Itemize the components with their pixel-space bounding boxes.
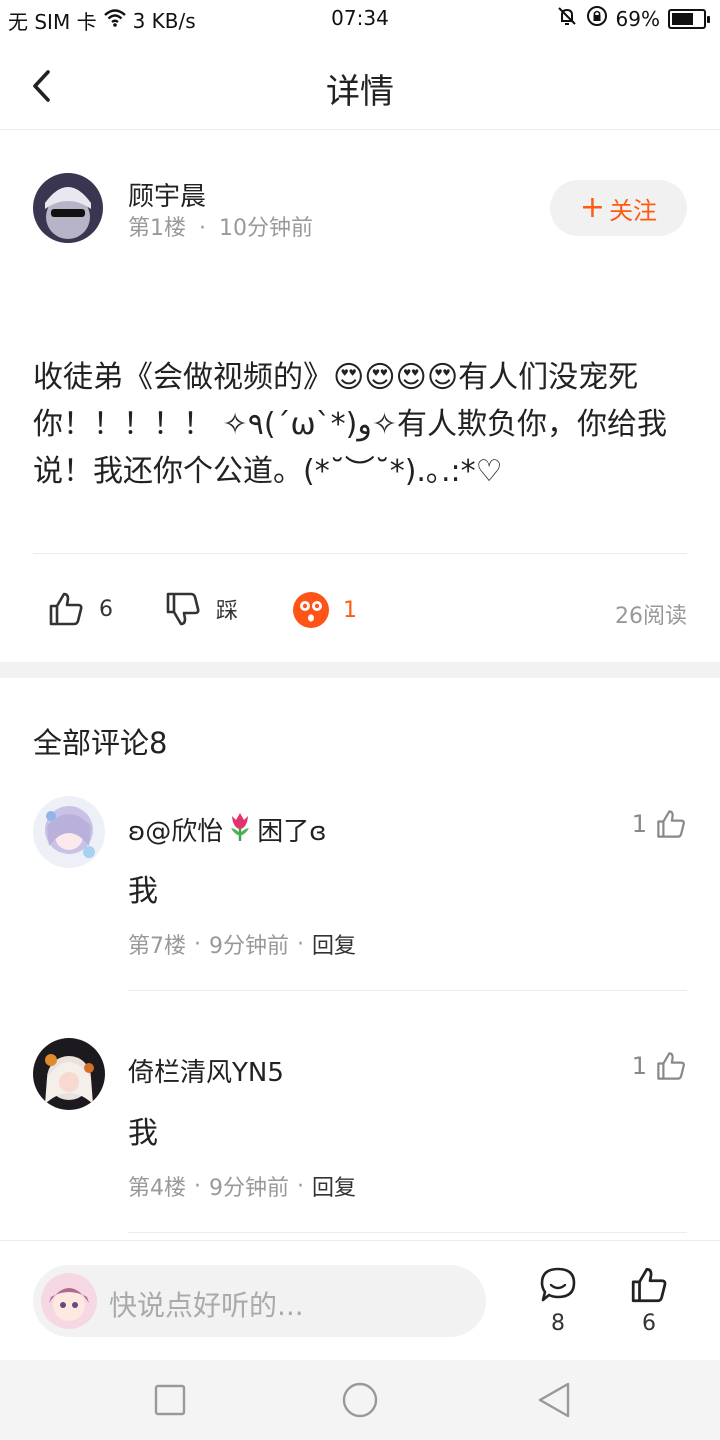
author-avatar[interactable] <box>33 173 103 243</box>
comment-text: 我 <box>128 874 158 909</box>
top-app-bar: 详情 <box>0 44 720 130</box>
commenter-avatar[interactable] <box>33 1038 105 1110</box>
section-gap <box>0 662 720 678</box>
input-placeholder: 快说点好听的... <box>109 1289 304 1322</box>
system-nav-bar <box>0 1360 720 1440</box>
post-meta: 第1楼 · 10分钟前 <box>128 210 313 242</box>
comment-meta: 第7楼 · 9分钟前 · 回复 <box>128 928 356 960</box>
meta-separator: · <box>297 1173 304 1199</box>
reaction-count: 1 <box>343 597 357 623</box>
comment-like-button[interactable]: 1 <box>632 1050 687 1082</box>
commenter-name-suffix: 困了ɞ <box>257 817 327 847</box>
comment-input[interactable]: 快说点好听的... <box>33 1265 486 1337</box>
user-avatar <box>41 1273 97 1329</box>
thumbs-up-icon <box>657 810 685 838</box>
post-floor: 第1楼 <box>128 216 186 241</box>
dislike-label: 踩 <box>216 599 239 624</box>
thumbs-down-icon <box>166 592 200 626</box>
comment-time: 9分钟前 <box>209 934 289 959</box>
triangle-back-icon <box>538 1382 570 1418</box>
reaction-button[interactable]: 1 <box>293 592 357 628</box>
comment-floor: 第4楼 <box>128 1176 186 1201</box>
like-total: 6 <box>642 1311 656 1336</box>
battery-percent: 69% <box>615 6 660 31</box>
like-count: 6 <box>99 596 113 622</box>
speech-bubble-icon <box>540 1267 576 1302</box>
thumbs-up-icon <box>657 1052 685 1080</box>
commenter-avatar[interactable] <box>33 796 105 868</box>
comments-heading: 全部评论8 <box>33 726 168 760</box>
meta-separator: · <box>297 931 304 957</box>
rotation-lock-icon <box>586 5 608 32</box>
battery-fill <box>672 12 693 25</box>
divider <box>128 1232 687 1233</box>
follow-button[interactable]: + 关注 <box>550 180 687 236</box>
surprised-face-icon <box>293 592 329 628</box>
comment-item: 倚栏清风YN5 我 第4楼 · 9分钟前 · 回复 1 <box>0 1038 720 1248</box>
dislike-button[interactable]: 踩 <box>164 590 238 628</box>
comments-button[interactable]: 8 <box>528 1265 588 1336</box>
recents-button[interactable] <box>150 1380 190 1420</box>
meta-separator: · <box>194 1173 201 1199</box>
comment-text: 我 <box>128 1116 158 1151</box>
author-name[interactable]: 顾宇晨 <box>128 176 206 213</box>
comment-like-count: 1 <box>631 1052 647 1080</box>
post-content: 收徒弟《会做视频的》😍😍😍😍有人们没宠死你！！！！！ ✧٩(ˊωˋ*)و✧有人欺… <box>33 360 667 489</box>
commenter-name[interactable]: ʚ@欣怡 困了ɞ <box>128 810 327 849</box>
comment-like-button[interactable]: 1 <box>632 808 687 840</box>
commenter-name-text: 倚栏清风YN5 <box>128 1058 284 1088</box>
comment-time: 9分钟前 <box>209 1176 289 1201</box>
post-time: 10分钟前 <box>219 216 313 241</box>
mute-bell-icon <box>556 5 578 32</box>
thumbs-up-icon <box>631 1267 667 1303</box>
read-count: 26阅读 <box>615 604 687 629</box>
like-button[interactable]: 6 <box>47 590 113 628</box>
like-button-bottom[interactable]: 6 <box>619 1265 679 1336</box>
comment-floor: 第7楼 <box>128 934 186 959</box>
thumbs-up-icon <box>49 592 83 626</box>
home-button[interactable] <box>340 1380 380 1420</box>
meta-separator: · <box>199 216 206 241</box>
post-actions: 6 踩 1 26阅读 <box>0 582 720 638</box>
square-recents-icon <box>154 1384 186 1416</box>
commenter-name-text: ʚ@欣怡 <box>128 817 224 847</box>
tulip-icon <box>225 810 255 849</box>
status-bar: 无 SIM 卡 3 KB/s 07:34 69% <box>0 0 720 38</box>
divider <box>33 553 687 554</box>
reply-button[interactable]: 回复 <box>312 928 356 960</box>
comment-total: 8 <box>551 1311 565 1336</box>
battery-icon <box>668 8 710 29</box>
divider <box>128 990 687 991</box>
status-right: 69% <box>556 5 710 32</box>
plus-icon: + <box>579 190 606 225</box>
bottom-bar: 快说点好听的... 8 6 <box>0 1240 720 1360</box>
post-card: 顾宇晨 第1楼 · 10分钟前 + 关注 收徒弟《会做视频的》😍😍😍😍有人们没宠… <box>0 130 720 662</box>
page-title: 详情 <box>326 72 394 112</box>
comment-meta: 第4楼 · 9分钟前 · 回复 <box>128 1170 356 1202</box>
circle-home-icon <box>342 1382 378 1418</box>
comment-like-count: 1 <box>631 810 647 838</box>
reply-button[interactable]: 回复 <box>312 1170 356 1202</box>
meta-separator: · <box>194 931 201 957</box>
system-back-button[interactable] <box>534 1380 574 1420</box>
comment-item: ʚ@欣怡 困了ɞ 我 第7楼 · 9分钟前 · 回复 1 <box>0 796 720 1006</box>
commenter-name[interactable]: 倚栏清风YN5 <box>128 1052 284 1089</box>
follow-label: 关注 <box>609 196 658 225</box>
